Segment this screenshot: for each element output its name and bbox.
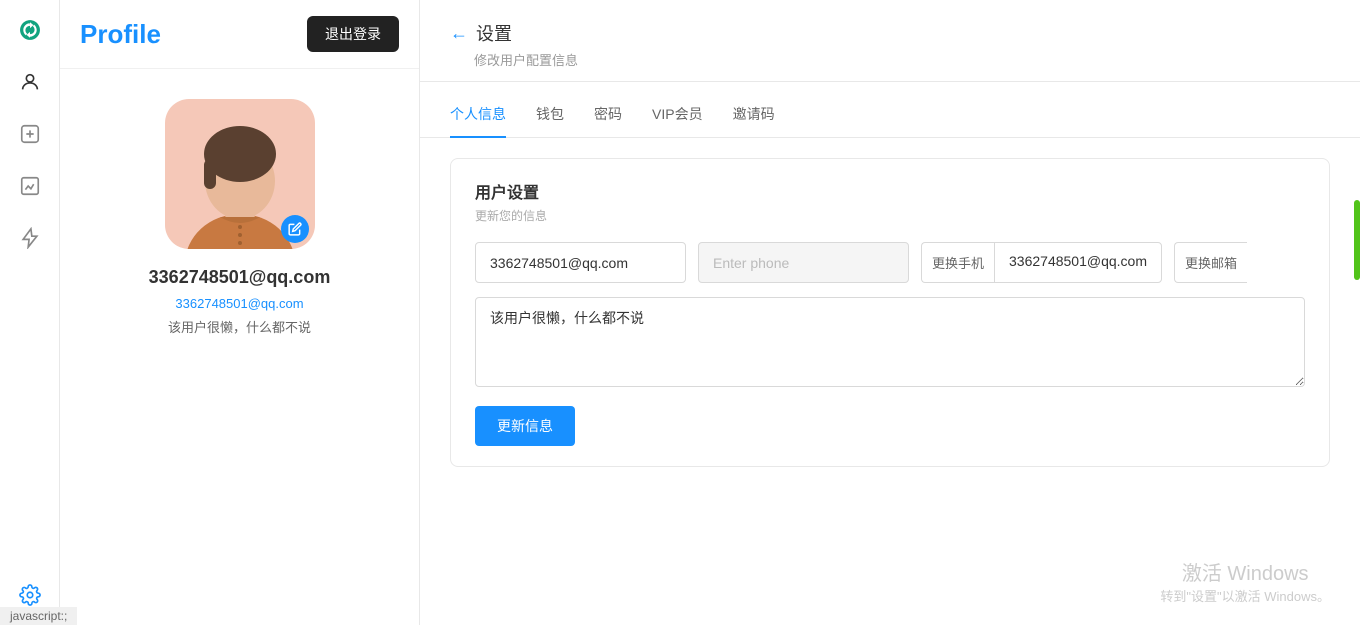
profile-header: Profile 退出登录 xyxy=(60,0,419,69)
tab-personal-info[interactable]: 个人信息 xyxy=(450,92,506,138)
change-phone-button[interactable]: 更换手机 xyxy=(921,242,994,283)
status-text: javascript:; xyxy=(10,609,67,623)
change-email-button[interactable]: 更换邮箱 xyxy=(1174,242,1247,283)
tab-vip[interactable]: VIP会员 xyxy=(652,92,703,138)
main-content: ← 设置 修改用户配置信息 个人信息 钱包 密码 VIP会员 邀请码 用户设置 … xyxy=(420,0,1360,625)
phone-change-group: 更换手机 3362748501@qq.com xyxy=(921,242,1162,283)
sidebar xyxy=(0,0,60,625)
settings-title: 设置 xyxy=(476,20,512,46)
settings-card: 用户设置 更新您的信息 更换手机 3362748501@qq.com 更换邮箱 … xyxy=(450,158,1330,467)
update-button[interactable]: 更新信息 xyxy=(475,406,575,446)
profile-body: 3362748501@qq.com 3362748501@qq.com 该用户很… xyxy=(60,69,419,356)
phone-current-value: 3362748501@qq.com xyxy=(994,242,1162,283)
sidebar-item-lightning[interactable] xyxy=(14,222,46,254)
avatar-wrapper xyxy=(165,99,315,249)
status-bar: javascript:; xyxy=(0,607,77,625)
settings-back: ← 设置 xyxy=(450,20,1330,46)
profile-email-secondary: 3362748501@qq.com xyxy=(175,296,303,311)
card-title: 用户设置 xyxy=(475,179,1305,203)
logout-button[interactable]: 退出登录 xyxy=(307,16,399,52)
back-arrow-icon[interactable]: ← xyxy=(450,23,468,44)
phone-input[interactable] xyxy=(698,242,909,283)
tab-invite-code[interactable]: 邀请码 xyxy=(733,92,775,138)
profile-panel: Profile 退出登录 xyxy=(60,0,420,625)
tab-wallet[interactable]: 钱包 xyxy=(536,92,564,138)
profile-email: 3362748501@qq.com xyxy=(149,267,331,288)
profile-title: Profile xyxy=(80,19,161,50)
form-row-1: 更换手机 3362748501@qq.com 更换邮箱 xyxy=(475,242,1305,283)
email-change-group: 更换邮箱 xyxy=(1174,242,1305,283)
settings-header: ← 设置 修改用户配置信息 xyxy=(420,0,1360,82)
logo-icon[interactable] xyxy=(14,14,46,46)
sidebar-item-add[interactable] xyxy=(14,118,46,150)
sidebar-item-chart[interactable] xyxy=(14,170,46,202)
scroll-indicator[interactable] xyxy=(1354,200,1360,280)
card-subtitle: 更新您的信息 xyxy=(475,207,1305,224)
sidebar-item-user[interactable] xyxy=(14,66,46,98)
email-input[interactable] xyxy=(475,242,686,283)
bio-textarea[interactable]: 该用户很懒，什么都不说 xyxy=(475,297,1305,387)
avatar-edit-button[interactable] xyxy=(281,215,309,243)
tabs-container: 个人信息 钱包 密码 VIP会员 邀请码 xyxy=(420,92,1360,138)
tab-password[interactable]: 密码 xyxy=(594,92,622,138)
settings-subtitle: 修改用户配置信息 xyxy=(474,50,1330,69)
profile-bio: 该用户很懒，什么都不说 xyxy=(168,317,311,336)
